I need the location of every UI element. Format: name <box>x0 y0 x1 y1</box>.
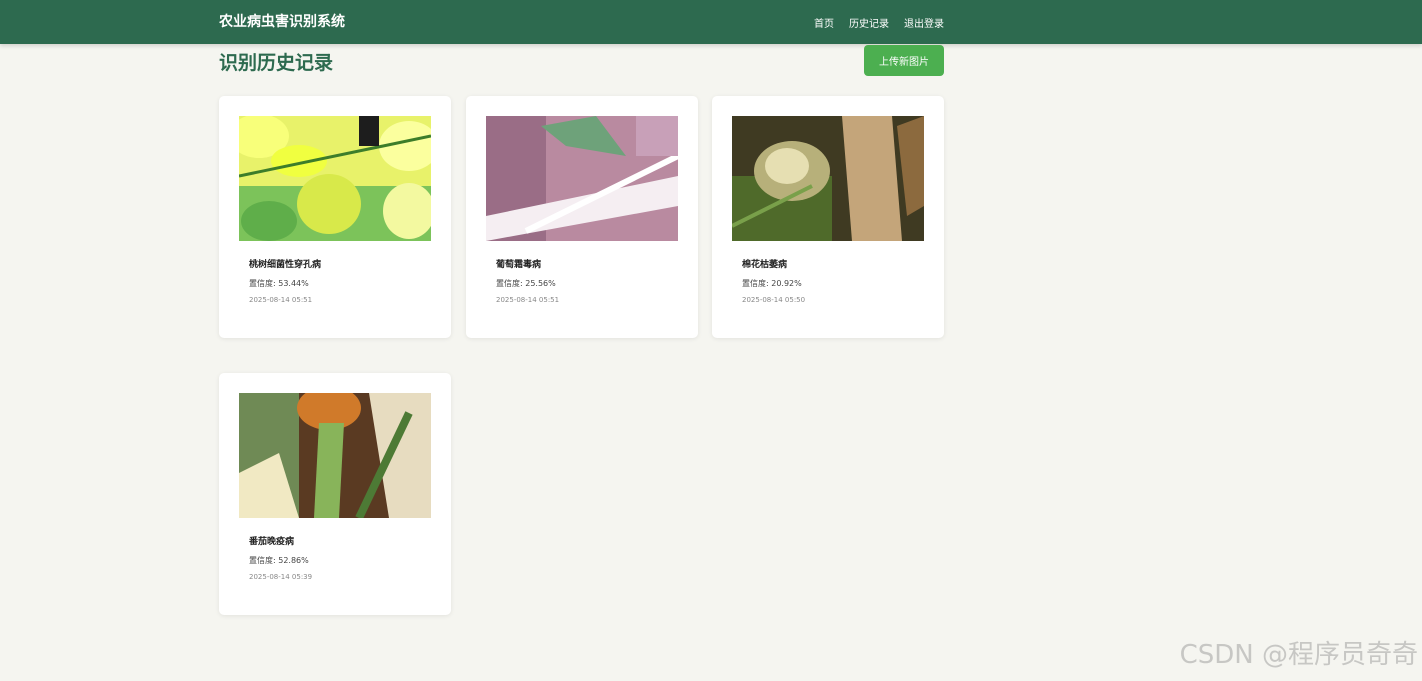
record-disease-name: 桃树细菌性穿孔病 <box>249 260 322 270</box>
page-title: 识别历史记录 <box>219 52 334 74</box>
nav-link-home[interactable]: 首页 <box>814 15 834 30</box>
watermark-text: CSDN @程序员奇奇 <box>1179 640 1418 670</box>
record-confidence: 置信度: 53.44% <box>249 279 309 288</box>
record-thumbnail <box>239 116 431 241</box>
record-thumbnail <box>486 116 678 241</box>
record-timestamp: 2025-08-14 05:51 <box>496 296 560 304</box>
nav-links: 首页 历史记录 退出登录 <box>814 0 944 44</box>
history-card[interactable]: 棉花枯萎病 置信度: 20.92% 2025-08-14 05:50 <box>712 96 944 338</box>
record-disease-name: 棉花枯萎病 <box>742 260 788 270</box>
history-card[interactable]: 桃树细菌性穿孔病 置信度: 53.44% 2025-08-14 05:51 <box>219 96 451 338</box>
record-confidence: 置信度: 20.92% <box>742 279 802 288</box>
record-thumbnail <box>732 116 924 241</box>
history-card[interactable]: 葡萄霜毒病 置信度: 25.56% 2025-08-14 05:51 <box>466 96 698 338</box>
nav-link-history[interactable]: 历史记录 <box>849 15 889 30</box>
nav-link-logout[interactable]: 退出登录 <box>904 15 944 30</box>
upload-new-image-button[interactable]: 上传新图片 <box>864 45 944 76</box>
record-confidence: 置信度: 25.56% <box>496 279 556 288</box>
app-brand[interactable]: 农业病虫害识别系统 <box>219 0 345 44</box>
record-timestamp: 2025-08-14 05:51 <box>249 296 313 304</box>
record-confidence: 置信度: 52.86% <box>249 556 309 565</box>
top-navbar: 农业病虫害识别系统 首页 历史记录 退出登录 <box>0 0 1422 44</box>
record-timestamp: 2025-08-14 05:50 <box>742 296 806 304</box>
record-disease-name: 番茄晚疫病 <box>249 537 295 547</box>
record-disease-name: 葡萄霜毒病 <box>496 260 542 270</box>
record-thumbnail <box>239 393 431 518</box>
record-timestamp: 2025-08-14 05:39 <box>249 573 313 581</box>
history-card[interactable]: 番茄晚疫病 置信度: 52.86% 2025-08-14 05:39 <box>219 373 451 615</box>
